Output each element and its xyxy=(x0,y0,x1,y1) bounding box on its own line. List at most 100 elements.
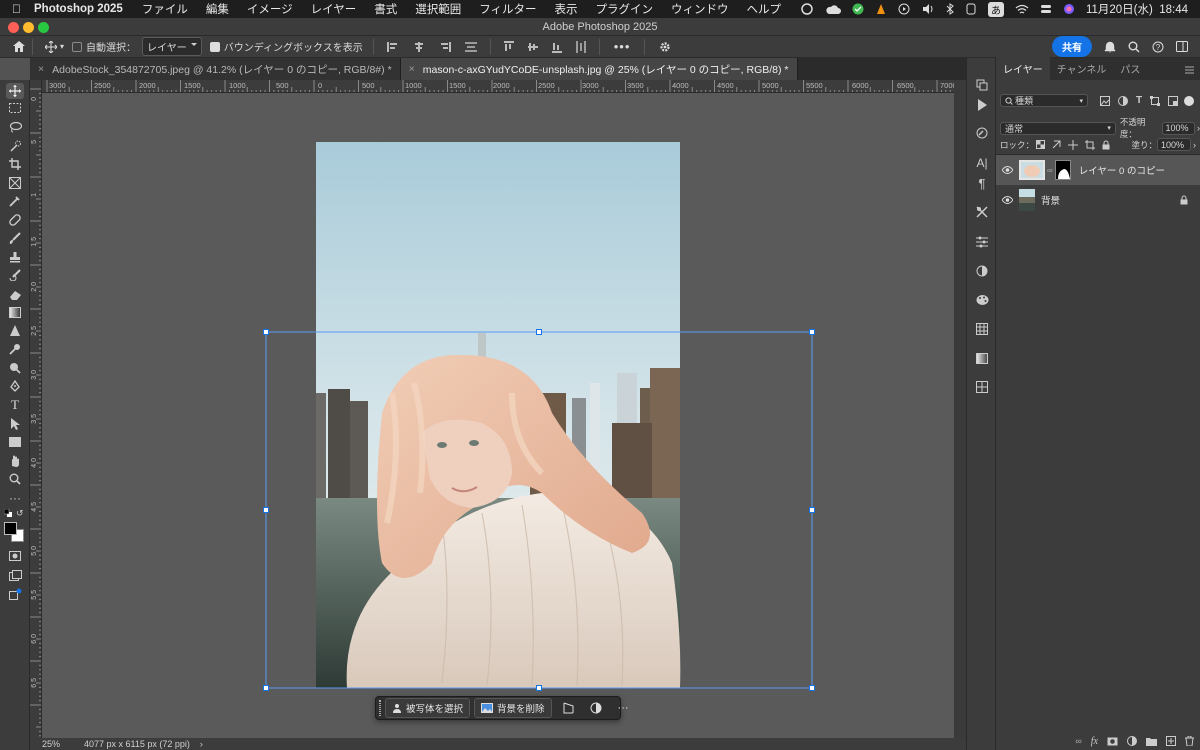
opacity-input[interactable]: 100% xyxy=(1161,121,1195,135)
menu-plugins[interactable]: プラグイン xyxy=(587,1,663,17)
gradients-icon[interactable] xyxy=(974,351,990,365)
tools-options-icon[interactable] xyxy=(974,205,990,219)
align-center-h-icon[interactable] xyxy=(413,41,425,52)
character-icon[interactable]: A| xyxy=(974,156,990,170)
align-bottom-icon[interactable] xyxy=(551,41,562,53)
new-adjustment-icon[interactable] xyxy=(1127,736,1137,746)
notifications-icon[interactable] xyxy=(1104,41,1116,53)
close-tab-icon[interactable]: × xyxy=(38,63,44,75)
gear-icon[interactable] xyxy=(659,41,671,53)
color-palette-icon[interactable] xyxy=(974,293,990,307)
filter-toggle-icon[interactable] xyxy=(1184,95,1195,106)
menu-help[interactable]: ヘルプ xyxy=(738,1,791,17)
default-colors-icon[interactable] xyxy=(4,509,12,517)
eraser-tool-icon[interactable] xyxy=(7,287,23,301)
move-tool-icon[interactable] xyxy=(6,83,24,99)
transform-handle-tr[interactable] xyxy=(809,329,815,335)
menu-window[interactable]: ウィンドウ xyxy=(662,1,738,17)
select-subject-button[interactable]: 被写体を選択 xyxy=(385,698,471,718)
visibility-eye-icon[interactable] xyxy=(1002,166,1013,174)
menu-edit[interactable]: 編集 xyxy=(197,1,238,17)
vlc-icon[interactable] xyxy=(875,3,887,15)
transform-handle-tl[interactable] xyxy=(263,329,269,335)
quick-mask-icon[interactable] xyxy=(7,549,23,563)
wifi-icon[interactable] xyxy=(1015,4,1029,15)
actions-play-icon[interactable] xyxy=(974,98,990,112)
tab-paths[interactable]: パス xyxy=(1113,57,1147,80)
horizontal-ruler[interactable]: 3000 2500 2000 1500 1000 500 0 500 1000 … xyxy=(42,80,954,93)
type-tool-icon[interactable]: T xyxy=(7,397,23,412)
control-center-icon[interactable] xyxy=(1040,3,1052,15)
vertical-scrollbar[interactable] xyxy=(954,80,966,738)
edit-toolbar-icon[interactable]: ··· xyxy=(7,491,23,505)
link-layers-icon[interactable]: ∞ xyxy=(1075,736,1081,746)
lock-transparent-icon[interactable] xyxy=(1036,140,1046,149)
align-top-icon[interactable] xyxy=(503,40,514,53)
delete-layer-icon[interactable] xyxy=(1185,736,1194,746)
align-right-icon[interactable] xyxy=(439,41,451,52)
menu-type[interactable]: 書式 xyxy=(365,1,406,17)
new-group-icon[interactable] xyxy=(1146,737,1157,746)
filter-smart-object-icon[interactable] xyxy=(1168,95,1179,106)
lock-artboard-icon[interactable] xyxy=(1085,139,1096,150)
dodge-burn-icon[interactable] xyxy=(7,361,23,375)
filter-pixel-icon[interactable] xyxy=(1100,95,1110,106)
filter-shape-icon[interactable] xyxy=(1150,95,1161,106)
siri-icon[interactable] xyxy=(1063,3,1075,15)
input-mode-indicator[interactable]: あ xyxy=(987,1,1004,17)
swatches-icon[interactable] xyxy=(974,322,990,336)
drag-handle-icon[interactable] xyxy=(379,700,381,716)
dodge-tool-icon[interactable] xyxy=(7,342,23,356)
align-middle-v-icon[interactable] xyxy=(527,41,538,53)
menu-file[interactable]: ファイル xyxy=(133,1,197,17)
transform-handle-bm[interactable] xyxy=(536,685,542,691)
document-canvas[interactable] xyxy=(42,93,954,738)
blend-mode-dropdown[interactable]: 通常 ▾ xyxy=(1000,121,1116,135)
rectangle-tool-icon[interactable] xyxy=(7,435,23,449)
more-options-icon[interactable]: ••• xyxy=(614,39,631,54)
transform-handle-bl[interactable] xyxy=(263,685,269,691)
clock[interactable]: 11月20日(水) 18:44 xyxy=(1086,1,1188,17)
crop-tool-icon[interactable] xyxy=(7,157,23,171)
bluetooth-icon[interactable] xyxy=(946,3,954,15)
screen-mode-icon[interactable] xyxy=(7,568,23,582)
lock-all-icon[interactable] xyxy=(1102,140,1110,150)
auto-select-target-dropdown[interactable]: レイヤー xyxy=(142,37,202,56)
brush-tool-icon[interactable] xyxy=(7,231,23,245)
chevron-down-icon[interactable]: ▾ xyxy=(60,42,64,51)
menu-layer[interactable]: レイヤー xyxy=(302,1,366,17)
remove-background-button[interactable]: 背景を削除 xyxy=(474,698,552,718)
menu-filter[interactable]: フィルター xyxy=(470,1,545,17)
lock-image-icon[interactable] xyxy=(1052,140,1061,149)
frame-tool-icon[interactable] xyxy=(7,176,23,190)
move-tool-preset-icon[interactable] xyxy=(45,40,57,53)
filter-type-icon[interactable]: T xyxy=(1136,95,1142,106)
adjustments-icon[interactable] xyxy=(974,264,990,278)
filter-adjustment-icon[interactable] xyxy=(1118,95,1128,106)
fx-icon[interactable]: fx xyxy=(1091,736,1098,747)
menu-image[interactable]: イメージ xyxy=(238,1,302,17)
lock-icon[interactable] xyxy=(1180,195,1188,205)
close-tab-icon[interactable]: × xyxy=(409,63,415,75)
transform-handle-ml[interactable] xyxy=(263,507,269,513)
cloud-icon[interactable] xyxy=(825,4,841,15)
history-icon[interactable] xyxy=(974,78,990,92)
eyedropper-icon[interactable] xyxy=(7,194,23,208)
layer-row[interactable]: 背景 xyxy=(996,185,1200,215)
distribute-v-icon[interactable] xyxy=(575,40,586,53)
tab-channels[interactable]: チャンネル xyxy=(1050,57,1114,80)
search-icon[interactable] xyxy=(1128,41,1140,53)
path-selection-icon[interactable] xyxy=(7,417,23,431)
visibility-eye-icon[interactable] xyxy=(1002,196,1013,204)
creative-cloud-icon[interactable] xyxy=(800,3,814,15)
artboard-marquee-icon[interactable] xyxy=(7,101,23,115)
swap-colors-icon[interactable]: ↺ xyxy=(16,508,24,519)
properties-icon[interactable] xyxy=(974,235,990,249)
transform-icon[interactable] xyxy=(562,702,574,714)
apple-icon[interactable]:  xyxy=(0,2,30,16)
play-circle-icon[interactable] xyxy=(898,3,910,15)
document-tab-active[interactable]: × mason-c-axGYudYCoDE-unsplash.jpg @ 25%… xyxy=(400,58,798,80)
layer-filter-kind-dropdown[interactable]: 種類 ▾ xyxy=(1000,94,1088,107)
brush-settings-icon[interactable] xyxy=(974,126,990,140)
foreground-color-swatch[interactable] xyxy=(4,522,17,535)
